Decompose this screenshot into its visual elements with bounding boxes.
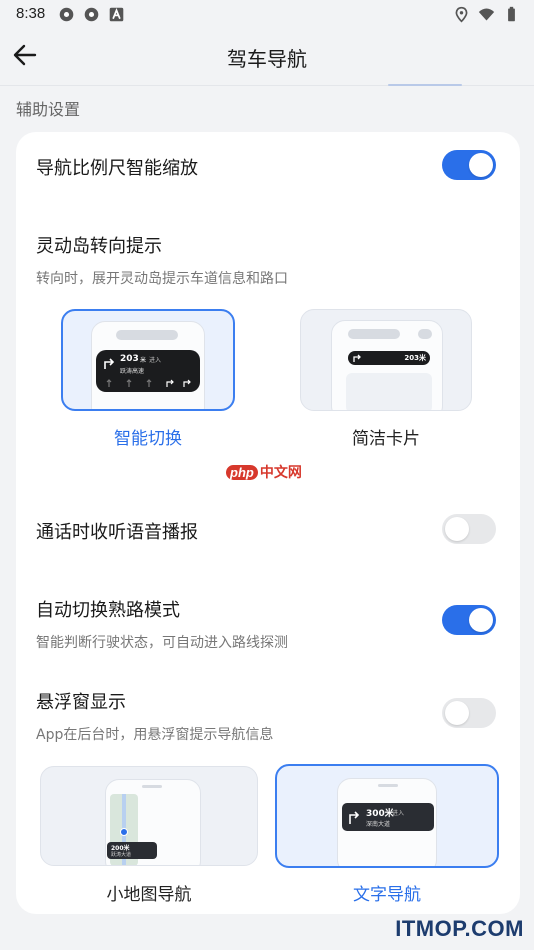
island-preview: 203 米 进入 跃涛高速: [96, 350, 200, 392]
minimap-info-card: 200米 跃涛大道: [107, 842, 157, 859]
familiar-route-subtitle: 智能判断行驶状态，可自动进入路线探测: [36, 635, 288, 651]
island-title: 灵动岛转向提示: [36, 236, 162, 257]
text-nav-card: 300米 进入 深南大道: [342, 803, 434, 831]
island-option-smart[interactable]: 203 米 进入 跃涛高速: [61, 309, 235, 411]
island-option-compact[interactable]: 203米: [300, 309, 472, 411]
turn-right-icon: [104, 358, 115, 369]
familiar-route-title: 自动切换熟路模式: [36, 600, 180, 621]
preview-distance: 203: [120, 354, 139, 364]
notification-icons: [58, 6, 125, 23]
phone-preview: 203 米 进入 跃涛高速: [91, 321, 205, 409]
float-option-text[interactable]: 300米 进入 深南大道: [275, 764, 499, 868]
phone-preview: 200米 跃涛大道: [105, 779, 201, 865]
preview-distance: 203米: [404, 354, 426, 362]
float-window-subtitle: App在后台时，用悬浮窗提示导航信息: [36, 727, 274, 743]
watermark: php 中文网: [226, 462, 302, 482]
settings-notification-icon: [59, 7, 74, 22]
phone-preview: 203米: [331, 320, 443, 410]
float-option-text-label[interactable]: 文字导航: [275, 880, 499, 905]
preview-action: 进入: [149, 357, 162, 364]
call-voice-title: 通话时收听语音播报: [36, 522, 198, 543]
smart-zoom-title: 导航比例尺智能缩放: [36, 158, 198, 179]
status-bar: 8:38: [0, 0, 534, 30]
preview-unit: 米: [140, 357, 147, 364]
preview-road: 跃涛大道: [111, 852, 132, 858]
lane-arrows-icon: [106, 379, 191, 387]
familiar-route-toggle[interactable]: [442, 605, 496, 635]
turn-right-icon: [349, 811, 360, 824]
turn-right-icon: [353, 354, 361, 362]
watermark-text: 中文网: [259, 465, 302, 481]
settings-card: 导航比例尺智能缩放 灵动岛转向提示 转向时，展开灵动岛提示车道信息和路口 203…: [16, 132, 520, 914]
preview-action: 进入: [392, 810, 405, 817]
float-option-minimap-label[interactable]: 小地图导航: [40, 880, 258, 905]
top-app-bar: 驾车导航: [0, 30, 534, 86]
watermark-logo: php: [226, 464, 258, 480]
smart-zoom-toggle[interactable]: [442, 150, 496, 180]
scroll-indicator: [388, 84, 462, 86]
location-icon: [455, 6, 468, 23]
island-option-compact-label[interactable]: 简洁卡片: [300, 424, 472, 449]
wifi-icon: [478, 8, 495, 21]
float-window-title: 悬浮窗显示: [36, 692, 126, 713]
preview-road: 跃涛高速: [120, 368, 145, 375]
preview-distance: 300米: [366, 809, 394, 819]
island-subtitle: 转向时，展开灵动岛提示车道信息和路口: [36, 271, 288, 287]
float-window-toggle[interactable]: [442, 698, 496, 728]
footer-watermark: ITMOP.COM: [395, 916, 524, 941]
section-title: 辅助设置: [16, 100, 81, 119]
call-voice-toggle[interactable]: [442, 514, 496, 544]
system-icons: [453, 6, 520, 23]
battery-icon: [508, 6, 515, 22]
status-time: 8:38: [16, 5, 46, 22]
preview-road: 深南大道: [366, 821, 391, 828]
island-option-smart-label[interactable]: 智能切换: [61, 424, 235, 449]
settings-notification-icon: [84, 7, 99, 22]
app-notification-icon: [109, 7, 124, 22]
island-preview: 203米: [348, 351, 430, 365]
phone-preview: 300米 进入 深南大道: [337, 778, 437, 866]
page-title: 驾车导航: [227, 47, 307, 71]
float-option-minimap[interactable]: 200米 跃涛大道: [40, 766, 258, 866]
